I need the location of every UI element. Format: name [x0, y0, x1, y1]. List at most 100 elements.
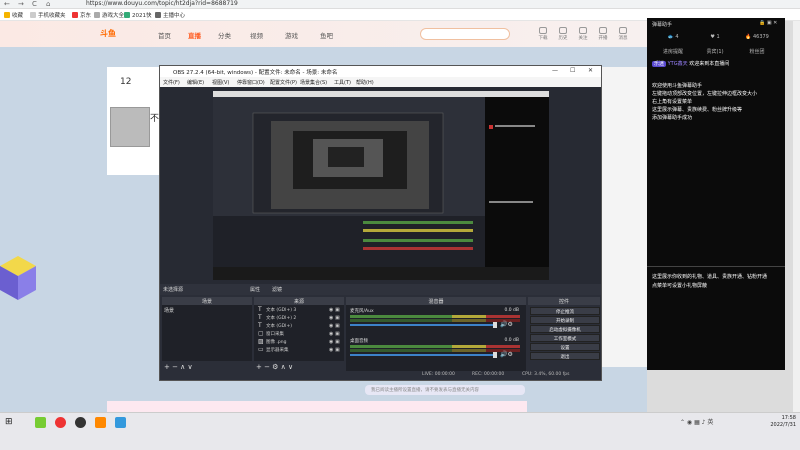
eye-icon[interactable]: ◉ ▣: [329, 315, 340, 321]
maximize-icon[interactable]: ☐: [570, 67, 575, 74]
exit-button[interactable]: 退出: [530, 352, 600, 360]
message-text: 欢迎来到本直播间: [689, 61, 730, 67]
message-icon[interactable]: 消息: [615, 27, 631, 41]
source-row[interactable]: T 文本 (GDI+) ◉ ▣: [256, 322, 344, 330]
avatar[interactable]: [110, 107, 150, 147]
tray-icons[interactable]: ⌃ ◉ ▦ ♪ 英: [680, 417, 713, 426]
tab-fans[interactable]: 粉丝团: [737, 48, 777, 55]
forward-icon[interactable]: →: [18, 0, 24, 8]
preview-capture: [213, 91, 549, 280]
obs-titlebar[interactable]: OBS 27.2.4 (64-bit, windows) - 配置文件: 未命名…: [160, 66, 601, 77]
app-blue-icon[interactable]: [115, 417, 126, 428]
controls-header: 控件: [528, 297, 600, 305]
nav-yuba[interactable]: 鱼吧: [320, 30, 333, 40]
cpu-readout: CPU: 3.4%, 60.00 fps: [522, 372, 570, 377]
bookmark-item[interactable]: 2021快: [124, 11, 152, 19]
eye-icon[interactable]: ◉ ▣: [329, 323, 340, 329]
lock-icon[interactable]: 🔒 ▣ ✕: [759, 20, 777, 26]
start-recording-button[interactable]: 开始录制: [530, 316, 600, 324]
menu-tools[interactable]: 工具(T): [334, 79, 351, 86]
source-row[interactable]: ▢ 窗口采集 ◉ ▣: [256, 330, 344, 338]
nav-live[interactable]: 直播: [188, 30, 201, 40]
panel-divider: [647, 266, 785, 267]
tab-entry[interactable]: 进房提醒: [653, 48, 693, 55]
chat-message: 乐迷 YTG鑫天 欢迎来到本直播间: [652, 60, 729, 67]
obs-window: OBS 27.2.4 (64-bit, windows) - 配置文件: 未命名…: [159, 65, 602, 381]
menu-file[interactable]: 文件(F): [163, 79, 180, 86]
gift-bar[interactable]: [107, 401, 527, 412]
nav-game[interactable]: 游戏: [285, 30, 298, 40]
volume-slider[interactable]: [350, 354, 495, 356]
bookmark-item[interactable]: 收藏: [4, 11, 23, 19]
eye-icon[interactable]: ◉ ▣: [329, 307, 340, 313]
windows-start-icon[interactable]: ⊞: [5, 417, 13, 427]
volume-slider-handle[interactable]: [493, 352, 497, 358]
channel-db: 0.0 dB: [504, 308, 519, 313]
tab-vip[interactable]: 贵宾(1): [695, 48, 735, 55]
nav-home[interactable]: 首页: [158, 30, 171, 40]
eye-icon[interactable]: ◉ ▣: [329, 331, 340, 337]
close-icon[interactable]: ✕: [588, 67, 593, 74]
volume-slider[interactable]: [350, 324, 495, 326]
bookmark-item[interactable]: 游戏大全: [94, 11, 124, 19]
source-row[interactable]: ▨ 图像 .png ◉ ▣: [256, 338, 344, 346]
obs-app-icon[interactable]: [75, 417, 86, 428]
douyu-logo[interactable]: 斗鱼: [100, 28, 134, 40]
menu-docks[interactable]: 停靠窗口(D): [237, 79, 265, 86]
chat-line: 这里展示你收到的礼物、道具、贵族开通、钻粉开通: [652, 274, 768, 280]
monitor-icon: ▭: [258, 346, 264, 353]
home-icon[interactable]: ⌂: [46, 0, 50, 8]
source-add-icon[interactable]: + − ⚙ ∧ ∨: [256, 363, 293, 371]
properties-button[interactable]: 属性: [250, 286, 260, 293]
menu-help[interactable]: 帮助(H): [356, 79, 374, 86]
text-icon: T: [258, 314, 262, 321]
virtual-camera-button[interactable]: 启动虚拟摄像机: [530, 325, 600, 333]
bookmark-item[interactable]: 手机收藏夹: [30, 11, 66, 19]
app-red-icon[interactable]: [55, 417, 66, 428]
username[interactable]: YTG鑫天: [668, 61, 688, 67]
nav-category[interactable]: 分类: [218, 30, 231, 40]
mixer-channel: 桌面音频 0.0 dB 🔊⚙: [348, 338, 523, 368]
history-icon[interactable]: 历史: [555, 27, 571, 41]
volume-slider-handle[interactable]: [493, 322, 497, 328]
settings-button[interactable]: 设置: [530, 343, 600, 351]
scenes-list[interactable]: 场景: [162, 305, 252, 361]
source-row[interactable]: T 文本 (GDI+) 3 ◉ ▣: [256, 306, 344, 314]
menu-view[interactable]: 视图(V): [212, 79, 229, 86]
menu-scene-collection[interactable]: 场景集合(S): [300, 79, 327, 86]
nav-video[interactable]: 视频: [250, 30, 263, 40]
stop-streaming-button[interactable]: 停止推流: [530, 307, 600, 315]
no-source-label: 未选择源: [163, 287, 184, 293]
scene-add-icon[interactable]: + − ∧ ∨: [164, 363, 193, 371]
studio-mode-button[interactable]: 工作室模式: [530, 334, 600, 342]
page-scrollbar[interactable]: [793, 21, 800, 412]
app-orange-icon[interactable]: [95, 417, 106, 428]
fish-icon: 🐟 4: [667, 34, 679, 40]
danmu-input[interactable]: 我已阅读主播所设置直播，请不要发表与直播无关内容: [365, 385, 525, 395]
reload-icon[interactable]: C: [32, 0, 37, 8]
filters-button[interactable]: 滤镜: [272, 286, 282, 293]
source-row[interactable]: T 文本 (GDI+) 2 ◉ ▣: [256, 314, 344, 322]
chat-line: 添加弹幕助手成功: [652, 115, 693, 121]
source-row[interactable]: ▭ 显示器采集 ◉ ▣: [256, 346, 344, 354]
menu-profile[interactable]: 配置文件(P): [270, 79, 297, 86]
speaker-icon[interactable]: 🔊⚙: [500, 351, 513, 358]
bookmark-item[interactable]: 主播中心: [155, 11, 185, 19]
obs-preview[interactable]: [213, 91, 549, 280]
search-input[interactable]: [420, 28, 510, 40]
follow-icon[interactable]: 关注: [575, 27, 591, 41]
download-icon[interactable]: 下载: [535, 27, 551, 41]
bookmark-item[interactable]: 京东: [72, 11, 91, 19]
eye-icon[interactable]: ◉ ▣: [329, 339, 340, 345]
broadcast-icon[interactable]: 开播: [595, 27, 611, 41]
minimize-icon[interactable]: —: [552, 67, 558, 74]
taskbar-clock[interactable]: 17:58 2022/7/31: [746, 415, 796, 429]
url-field[interactable]: https://www.douyu.com/topic/ht2dja?rid=8…: [86, 0, 238, 7]
scene-item[interactable]: 场景: [164, 307, 174, 314]
menu-edit[interactable]: 编辑(E): [187, 79, 204, 86]
back-icon[interactable]: ←: [4, 0, 10, 8]
speaker-icon[interactable]: 🔊⚙: [500, 321, 513, 328]
eye-icon[interactable]: ◉ ▣: [329, 347, 340, 353]
app-green-icon[interactable]: [35, 417, 46, 428]
panel-title: 弹幕助手: [652, 22, 673, 28]
